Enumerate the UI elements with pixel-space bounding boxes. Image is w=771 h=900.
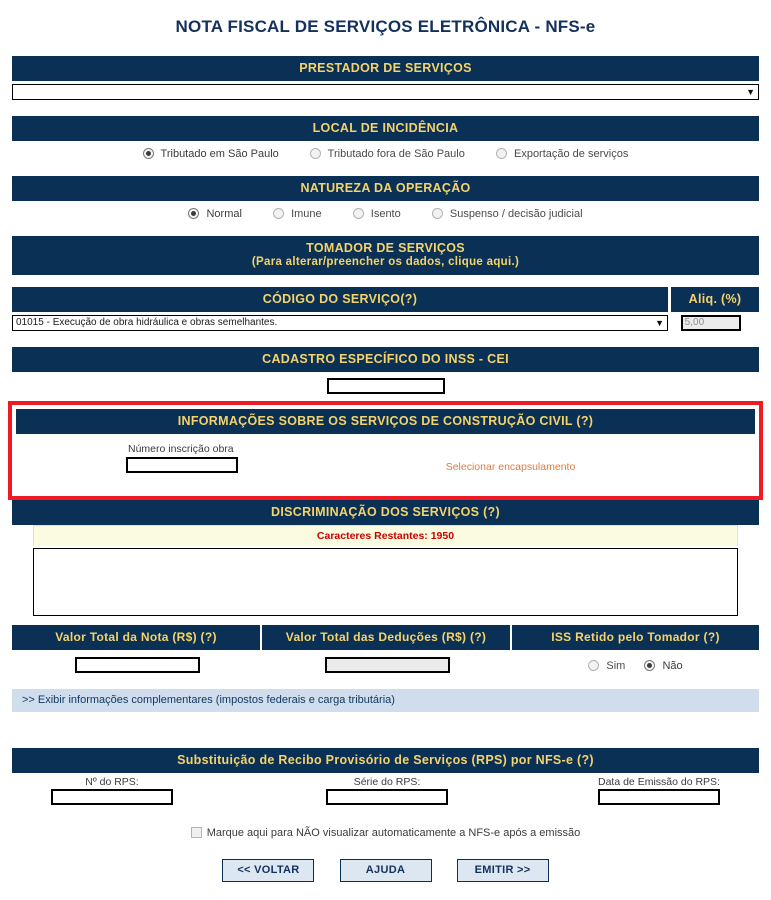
voltar-button[interactable]: << VOLTAR [222, 859, 315, 883]
radio-option-normal[interactable]: Normal [188, 208, 242, 220]
codigo-servico-select[interactable]: 01015 - Execução de obra hidráulica e ob… [12, 315, 668, 332]
radio-icon-selected[interactable] [644, 660, 656, 672]
radio-label: Imune [291, 208, 322, 221]
codigo-servico-input-row: 01015 - Execução de obra hidráulica e ob… [12, 315, 759, 332]
header-iss-retido: ISS Retido pelo Tomador (?) [512, 625, 759, 651]
rps-numero-label: Nº do RPS: [85, 776, 139, 789]
chevron-down-icon: ▼ [655, 318, 664, 329]
section-header-natureza-operacao: NATUREZA DA OPERAÇÃO [12, 176, 759, 202]
rps-fields-row: Nº do RPS: Série do RPS: Data de Emissão… [12, 773, 759, 806]
rps-data-emissao-group: Data de Emissão do RPS: [487, 776, 759, 806]
local-incidencia-radio-group: Tributado em São Paulo Tributado fora de… [12, 141, 759, 168]
tomador-title: TOMADOR DE SERVIÇOS [306, 241, 465, 256]
codigo-servico-header-row: CÓDIGO DO SERVIÇO(?) Aliq. (%) [12, 287, 759, 313]
iss-retido-radio-group: Sim Não [512, 657, 759, 673]
rps-data-emissao-input[interactable] [598, 789, 720, 806]
cei-input-row [12, 372, 759, 401]
exibir-informacoes-complementares-link[interactable]: >> Exibir informações complementares (im… [12, 689, 759, 713]
radio-label: Isento [370, 208, 401, 221]
natureza-operacao-radio-group: Normal Imune Isento Suspenso / decisão j… [12, 201, 759, 228]
radio-option-tributado-fora-sp[interactable]: Tributado fora de São Paulo [309, 148, 465, 161]
radio-option-suspenso[interactable]: Suspenso / decisão judicial [431, 208, 583, 221]
nao-visualizar-checkbox-row[interactable]: Marque aqui para NÃO visualizar automati… [12, 805, 759, 839]
cei-input[interactable] [326, 378, 445, 395]
section-header-codigo-servico: CÓDIGO DO SERVIÇO(?) [12, 287, 668, 313]
radio-label: Tributado em São Paulo [160, 148, 279, 161]
caracteres-restantes-label: Caracteres Restantes: 1950 [33, 525, 738, 547]
radio-label: Suspenso / decisão judicial [449, 208, 583, 221]
selecionar-encapsulamento-link[interactable]: Selecionar encapsulamento [16, 461, 755, 473]
action-buttons-row: << VOLTAR AJUDA EMITIR >> [12, 839, 759, 883]
radio-icon[interactable] [495, 148, 507, 160]
radio-label: Não [662, 660, 683, 673]
radio-icon[interactable] [273, 208, 284, 220]
rps-serie-label: Série do RPS: [353, 776, 421, 789]
rps-title: Substituição de Recibo Provisório de Ser… [177, 753, 574, 768]
page-title: NOTA FISCAL DE SERVIÇOS ELETRÔNICA - NFS… [175, 17, 596, 36]
radio-label: Exportação de serviços [513, 148, 629, 161]
numero-inscricao-obra-label: Número inscrição obra [128, 443, 234, 456]
radio-icon[interactable] [588, 660, 600, 672]
section-header-discriminacao: DISCRIMINAÇÃO DOS SERVIÇOS (?) [12, 500, 759, 526]
aliquota-input: 5,00 [680, 315, 741, 332]
discriminacao-textarea[interactable] [33, 548, 738, 617]
section-header-rps: Substituição de Recibo Provisório de Ser… [12, 748, 759, 774]
radio-icon[interactable] [352, 208, 364, 220]
radio-icon-selected[interactable] [142, 148, 154, 160]
construcao-civil-highlight-box: INFORMAÇÕES SOBRE OS SERVIÇOS DE CONSTRU… [8, 401, 763, 501]
section-header-prestador: PRESTADOR DE SERVIÇOS [12, 56, 759, 81]
construcao-civil-body: Número inscrição obra Selecionar encapsu… [16, 434, 755, 493]
help-icon-construcao-civil[interactable]: (?) [576, 414, 593, 428]
tomador-subtitle-link[interactable]: (Para alterar/preencher os dados, clique… [16, 255, 755, 269]
nao-visualizar-checkbox-label: Marque aqui para NÃO visualizar automati… [206, 827, 581, 840]
header-valor-total-deducoes: Valor Total das Deduções (R$) (?) [262, 625, 510, 651]
nfse-form-page: NOTA FISCAL DE SERVIÇOS ELETRÔNICA - NFS… [0, 0, 771, 900]
valor-total-nota-input[interactable] [74, 657, 200, 674]
radio-option-isento[interactable]: Isento [352, 208, 401, 221]
help-icon-codigo-servico[interactable]: (?) [400, 292, 417, 306]
help-icon-discriminacao[interactable]: (?) [483, 505, 500, 519]
codigo-servico-select-value: 01015 - Execução de obra hidráulica e ob… [16, 317, 278, 329]
radio-label: Normal [206, 208, 242, 221]
rps-serie-input[interactable] [326, 789, 448, 806]
radio-label: Tributado fora de São Paulo [327, 148, 465, 161]
rps-data-emissao-label: Data de Emissão do RPS: [598, 776, 720, 789]
form-container: NOTA FISCAL DE SERVIÇOS ELETRÔNICA - NFS… [12, 0, 759, 401]
section-header-tomador[interactable]: TOMADOR DE SERVIÇOS (Para alterar/preenc… [12, 236, 759, 276]
ajuda-button[interactable]: AJUDA [339, 859, 432, 883]
valor-total-deducoes-input [324, 657, 450, 674]
radio-option-exportacao[interactable]: Exportação de serviços [495, 148, 629, 161]
radio-option-imune[interactable]: Imune [273, 208, 322, 220]
header-valor-total-nota: Valor Total da Nota (R$) (?) [12, 625, 260, 651]
radio-option-iss-nao[interactable]: Não [644, 660, 683, 673]
discriminacao-title: DISCRIMINAÇÃO DOS SERVIÇOS [271, 505, 480, 520]
chevron-down-icon: ▼ [746, 87, 755, 97]
emitir-button[interactable]: EMITIR >> [456, 859, 549, 883]
radio-icon[interactable] [431, 208, 443, 220]
section-header-aliquota: Aliq. (%) [671, 287, 759, 313]
help-icon-rps[interactable]: (?) [577, 753, 594, 767]
radio-icon[interactable] [309, 148, 321, 160]
prestador-select[interactable]: ▼ [12, 84, 759, 100]
rps-serie-group: Série do RPS: [287, 776, 487, 806]
radio-option-iss-sim[interactable]: Sim [588, 660, 625, 672]
totais-input-row: Sim Não [12, 650, 759, 674]
radio-label: Sim [606, 660, 626, 673]
totais-header-row: Valor Total da Nota (R$) (?) Valor Total… [12, 625, 759, 651]
section-header-construcao-civil: INFORMAÇÕES SOBRE OS SERVIÇOS DE CONSTRU… [16, 409, 755, 435]
section-header-cei: CADASTRO ESPECÍFICO DO INSS - CEI [12, 347, 759, 373]
section-header-local-incidencia: LOCAL DE INCIDÊNCIA [12, 116, 759, 141]
radio-option-tributado-sp[interactable]: Tributado em São Paulo [142, 148, 279, 161]
construcao-civil-title: INFORMAÇÕES SOBRE OS SERVIÇOS DE CONSTRU… [177, 414, 573, 429]
checkbox-icon[interactable] [190, 827, 202, 839]
rps-numero-input[interactable] [51, 789, 173, 806]
form-container-lower: DISCRIMINAÇÃO DOS SERVIÇOS (?) Caractere… [12, 500, 759, 883]
rps-numero-group: Nº do RPS: [12, 776, 287, 806]
radio-icon-selected[interactable] [188, 208, 200, 220]
codigo-servico-title: CÓDIGO DO SERVIÇO [262, 292, 401, 307]
